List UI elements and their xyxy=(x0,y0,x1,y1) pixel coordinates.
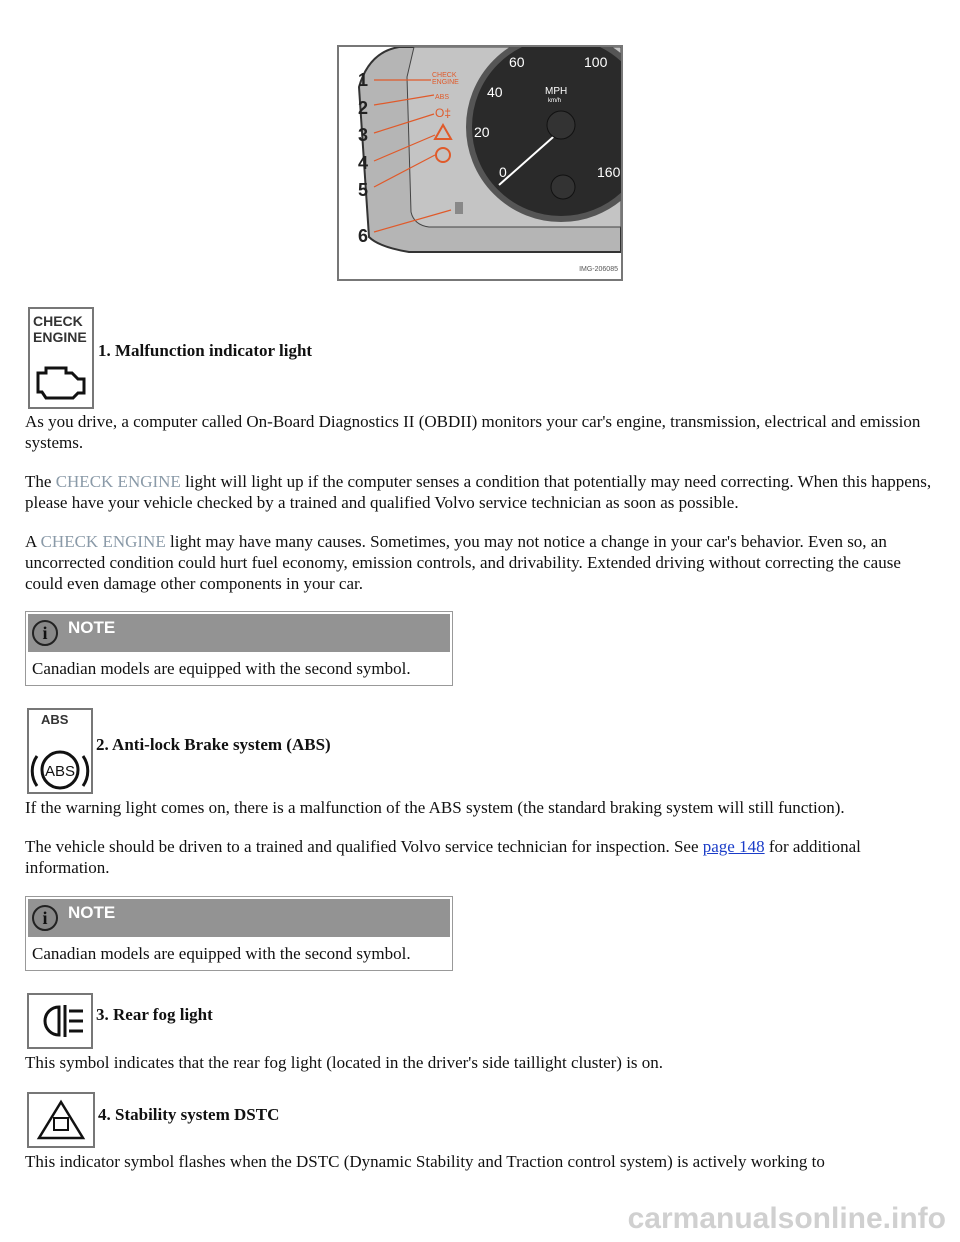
s1-paragraph-2: The CHECK ENGINE light will light up if … xyxy=(25,472,932,512)
svg-text:MPH: MPH xyxy=(545,86,567,97)
image-code: IMG-206085 xyxy=(579,266,618,273)
s2-paragraph-1: If the warning light comes on, there is … xyxy=(25,798,845,817)
abs-icon: ABS ABS xyxy=(27,708,93,794)
dstc-stability-icon xyxy=(27,1092,95,1148)
note-label: NOTE xyxy=(68,903,116,922)
callout-1: 1 xyxy=(358,70,369,90)
info-icon: i xyxy=(32,620,58,646)
gauge-kmh-label: km/h xyxy=(548,98,561,104)
svg-text:ABS: ABS xyxy=(45,763,75,780)
svg-text:CHECK: CHECK xyxy=(432,72,457,79)
svg-text:O‡: O‡ xyxy=(435,106,451,120)
section-4-heading: 4. Stability system DSTC xyxy=(98,1105,280,1124)
page-148-link[interactable]: page 148 xyxy=(703,837,765,856)
s1-paragraph-1: As you drive, a computer called On-Board… xyxy=(25,412,921,452)
svg-text:ENGINE: ENGINE xyxy=(432,79,459,86)
s4-paragraph-1: This indicator symbol flashes when the D… xyxy=(25,1152,825,1171)
section-2-heading: 2. Anti-lock Brake system (ABS) xyxy=(96,735,331,754)
note-text: Canadian models are equipped with the se… xyxy=(32,659,411,678)
instrument-panel-figure: 60 100 40 20 0 160 MPH km/h CHECK ENGINE ABS O‡… xyxy=(337,45,623,281)
info-icon: i xyxy=(32,905,58,931)
callout-6: 6 xyxy=(358,225,369,246)
svg-text:40: 40 xyxy=(487,84,503,100)
section-1-heading: 1. Malfunction indicator light xyxy=(98,341,313,360)
callout-5: 5 xyxy=(358,180,369,201)
svg-text:0: 0 xyxy=(499,164,507,180)
watermark: carmanualsonline.info xyxy=(627,1202,946,1235)
check-engine-icon: CHECK ENGINE xyxy=(28,307,94,409)
section-3-heading: 3. Rear fog light xyxy=(96,1005,213,1024)
note-box: i NOTE Canadian models are equipped with … xyxy=(25,611,453,686)
s3-paragraph-1: This symbol indicates that the rear fog … xyxy=(25,1053,664,1072)
svg-text:ABS: ABS xyxy=(435,94,449,101)
svg-text:60: 60 xyxy=(509,54,525,70)
check-engine-term: CHECK ENGINE xyxy=(55,472,181,491)
svg-text:160: 160 xyxy=(597,164,621,180)
note-box: i NOTE Canadian models are equipped with … xyxy=(25,896,453,971)
svg-text:20: 20 xyxy=(474,124,490,140)
callout-3: 3 xyxy=(358,125,369,146)
instrument-cluster-illustration: 60 100 40 20 0 160 MPH km/h CHECKENGINE ABS O‡ xyxy=(357,47,621,253)
svg-text:100: 100 xyxy=(584,54,608,70)
s1-paragraph-3: A CHECK ENGINE light may have many cause… xyxy=(25,532,901,593)
rear-fog-light-icon xyxy=(27,993,93,1049)
check-engine-term: CHECK ENGINE xyxy=(40,532,166,551)
note-text: Canadian models are equipped with the se… xyxy=(32,944,411,963)
callout-4: 4 xyxy=(358,152,369,173)
s2-paragraph-2: The vehicle should be driven to a traine… xyxy=(25,837,861,877)
callout-2: 2 xyxy=(358,97,369,118)
note-label: NOTE xyxy=(68,618,116,637)
